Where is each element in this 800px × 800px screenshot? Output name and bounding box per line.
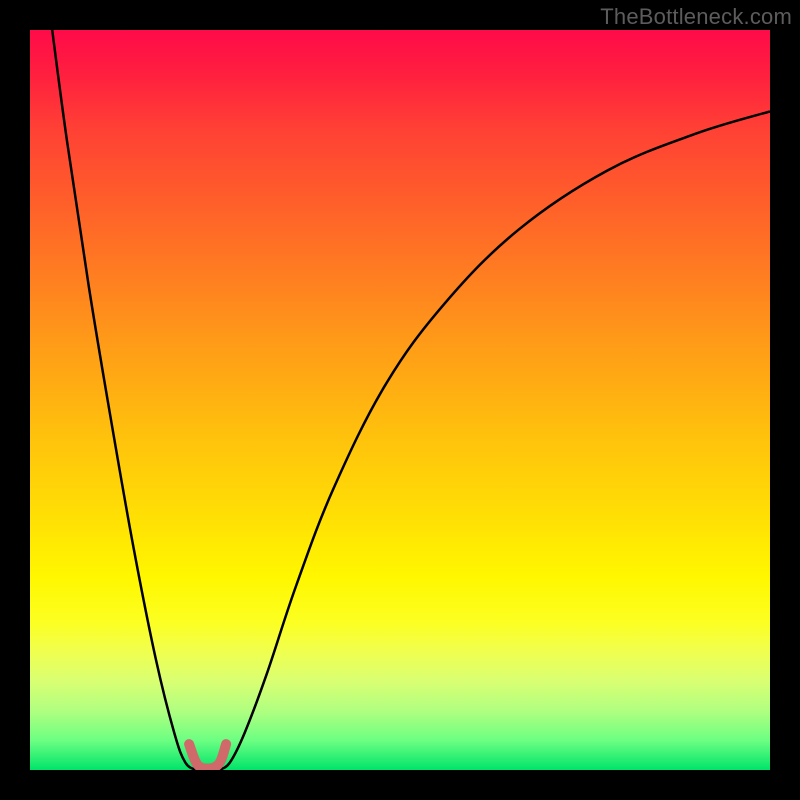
plot-area (30, 30, 770, 770)
right-branch-curve (219, 111, 770, 770)
chart-frame: TheBottleneck.com (0, 0, 800, 800)
curve-layer (30, 30, 770, 770)
valley-highlight-curve (189, 744, 226, 768)
watermark-text: TheBottleneck.com (600, 4, 792, 30)
left-branch-curve (52, 30, 196, 770)
